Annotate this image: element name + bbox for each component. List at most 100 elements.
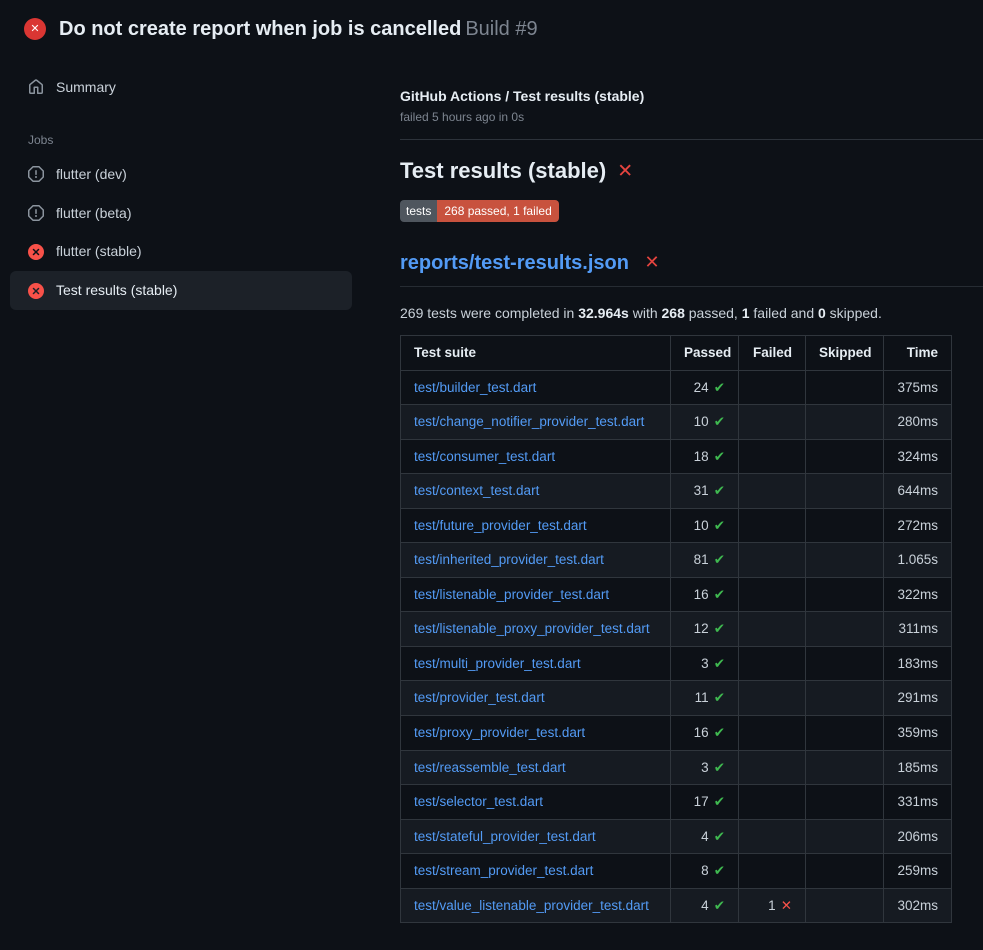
failed-cell bbox=[739, 681, 806, 716]
passed-cell: 4✔ bbox=[671, 888, 739, 923]
failed-cell bbox=[739, 405, 806, 440]
sidebar-item-job[interactable]: flutter (beta) bbox=[10, 194, 352, 233]
report-title: reports/test-results.json ✕ bbox=[400, 252, 983, 287]
suite-link[interactable]: test/value_listenable_provider_test.dart bbox=[414, 898, 649, 913]
failed-x-circle-icon: ✕ bbox=[24, 18, 46, 40]
passed-cell: 17✔ bbox=[671, 785, 739, 820]
suite-link[interactable]: test/selector_test.dart bbox=[414, 794, 543, 809]
breadcrumb: GitHub Actions / Test results (stable) bbox=[400, 88, 983, 104]
suite-cell: test/multi_provider_test.dart bbox=[401, 646, 671, 681]
time-cell: 644ms bbox=[884, 474, 952, 509]
table-row: test/consumer_test.dart 18✔ 324ms bbox=[401, 439, 952, 474]
time-cell: 1.065s bbox=[884, 543, 952, 578]
passed-cell: 24✔ bbox=[671, 370, 739, 405]
passed-cell: 3✔ bbox=[671, 750, 739, 785]
suite-link[interactable]: test/change_notifier_provider_test.dart bbox=[414, 414, 644, 429]
suite-link[interactable]: test/inherited_provider_test.dart bbox=[414, 552, 604, 567]
suite-link[interactable]: test/builder_test.dart bbox=[414, 380, 536, 395]
time-cell: 375ms bbox=[884, 370, 952, 405]
passed-cell: 18✔ bbox=[671, 439, 739, 474]
build-number: Build #9 bbox=[465, 18, 537, 40]
jobs-section-label: Jobs bbox=[10, 107, 352, 155]
skipped-cell bbox=[806, 819, 884, 854]
failed-cell bbox=[739, 370, 806, 405]
table-row: test/selector_test.dart 17✔ 331ms bbox=[401, 785, 952, 820]
suite-link[interactable]: test/context_test.dart bbox=[414, 483, 539, 498]
col-header-skipped: Skipped bbox=[806, 336, 884, 371]
suite-link[interactable]: test/proxy_provider_test.dart bbox=[414, 725, 585, 740]
section-title-text: Test results (stable) bbox=[400, 158, 606, 184]
suite-link[interactable]: test/stream_provider_test.dart bbox=[414, 863, 593, 878]
suite-link[interactable]: test/consumer_test.dart bbox=[414, 449, 555, 464]
table-row: test/future_provider_test.dart 10✔ 272ms bbox=[401, 508, 952, 543]
passed-cell: 16✔ bbox=[671, 577, 739, 612]
table-row: test/proxy_provider_test.dart 16✔ 359ms bbox=[401, 716, 952, 751]
run-header: ✕ Do not create report when job is cance… bbox=[0, 0, 983, 54]
time-cell: 206ms bbox=[884, 819, 952, 854]
skipped-cell bbox=[806, 543, 884, 578]
suite-link[interactable]: test/multi_provider_test.dart bbox=[414, 656, 581, 671]
failed-cell bbox=[739, 474, 806, 509]
time-cell: 280ms bbox=[884, 405, 952, 440]
failed-cell bbox=[739, 543, 806, 578]
suite-cell: test/listenable_proxy_provider_test.dart bbox=[401, 612, 671, 647]
suite-cell: test/builder_test.dart bbox=[401, 370, 671, 405]
table-row: test/change_notifier_provider_test.dart … bbox=[401, 405, 952, 440]
sidebar-item-job[interactable]: flutter (stable) bbox=[10, 232, 352, 271]
table-row: test/context_test.dart 31✔ 644ms bbox=[401, 474, 952, 509]
sidebar-item-job[interactable]: Test results (stable) bbox=[10, 271, 352, 310]
table-row: test/inherited_provider_test.dart 81✔ 1.… bbox=[401, 543, 952, 578]
suite-link[interactable]: test/provider_test.dart bbox=[414, 690, 545, 705]
skipped-cell bbox=[806, 508, 884, 543]
sidebar-item-label: flutter (dev) bbox=[56, 166, 127, 183]
page-title: Do not create report when job is cancell… bbox=[59, 17, 538, 41]
sidebar-item-summary[interactable]: Summary bbox=[10, 68, 352, 107]
suite-link[interactable]: test/reassemble_test.dart bbox=[414, 760, 566, 775]
failed-x-icon: ✕ bbox=[645, 253, 660, 271]
time-cell: 185ms bbox=[884, 750, 952, 785]
skipped-cell bbox=[806, 370, 884, 405]
sidebar-item-label: Test results (stable) bbox=[56, 282, 177, 299]
results-table: Test suite Passed Failed Skipped Time te… bbox=[400, 335, 952, 923]
sidebar-item-job[interactable]: flutter (dev) bbox=[10, 155, 352, 194]
sidebar-item-label: flutter (beta) bbox=[56, 205, 131, 222]
table-row: test/stateful_provider_test.dart 4✔ 206m… bbox=[401, 819, 952, 854]
suite-link[interactable]: test/future_provider_test.dart bbox=[414, 518, 587, 533]
skipped-cell bbox=[806, 439, 884, 474]
table-row: test/reassemble_test.dart 3✔ 185ms bbox=[401, 750, 952, 785]
passed-cell: 3✔ bbox=[671, 646, 739, 681]
failed-cell bbox=[739, 716, 806, 751]
suite-cell: test/reassemble_test.dart bbox=[401, 750, 671, 785]
time-cell: 183ms bbox=[884, 646, 952, 681]
skipped-cell bbox=[806, 888, 884, 923]
failed-cell bbox=[739, 439, 806, 474]
time-cell: 291ms bbox=[884, 681, 952, 716]
failed-cell bbox=[739, 785, 806, 820]
suite-cell: test/provider_test.dart bbox=[401, 681, 671, 716]
failed-cell bbox=[739, 819, 806, 854]
cancelled-icon bbox=[28, 205, 44, 221]
failed-cell bbox=[739, 646, 806, 681]
col-header-passed: Passed bbox=[671, 336, 739, 371]
skipped-cell bbox=[806, 405, 884, 440]
time-cell: 302ms bbox=[884, 888, 952, 923]
time-cell: 272ms bbox=[884, 508, 952, 543]
skipped-cell bbox=[806, 612, 884, 647]
suite-cell: test/stateful_provider_test.dart bbox=[401, 819, 671, 854]
passed-cell: 12✔ bbox=[671, 612, 739, 647]
suite-link[interactable]: test/listenable_proxy_provider_test.dart bbox=[414, 621, 650, 636]
skipped-cell bbox=[806, 577, 884, 612]
suite-link[interactable]: test/stateful_provider_test.dart bbox=[414, 829, 596, 844]
passed-cell: 16✔ bbox=[671, 716, 739, 751]
suite-link[interactable]: test/listenable_provider_test.dart bbox=[414, 587, 609, 602]
skipped-cell bbox=[806, 474, 884, 509]
summary-line: 269 tests were completed in 32.964s with… bbox=[400, 305, 983, 321]
badge-value: 268 passed, 1 failed bbox=[437, 200, 558, 222]
report-link[interactable]: reports/test-results.json bbox=[400, 252, 629, 274]
tests-status-badge: tests 268 passed, 1 failed bbox=[400, 200, 559, 222]
suite-cell: test/change_notifier_provider_test.dart bbox=[401, 405, 671, 440]
time-cell: 331ms bbox=[884, 785, 952, 820]
passed-cell: 4✔ bbox=[671, 819, 739, 854]
col-header-failed: Failed bbox=[739, 336, 806, 371]
time-cell: 311ms bbox=[884, 612, 952, 647]
